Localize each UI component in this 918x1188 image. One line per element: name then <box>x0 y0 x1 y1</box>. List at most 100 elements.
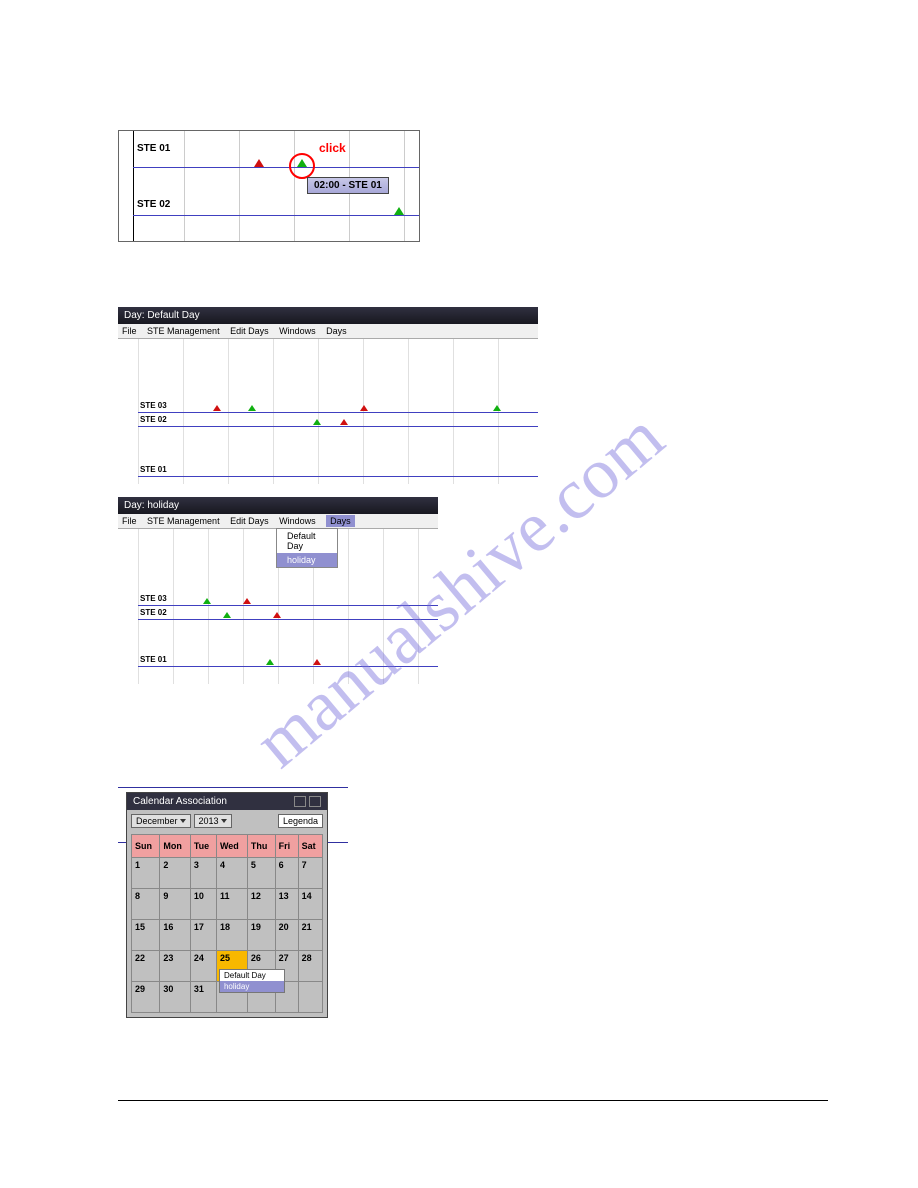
calendar-cell[interactable]: 29 <box>132 982 160 1013</box>
calendar-cell[interactable]: 10 <box>190 889 216 920</box>
calendar-cell[interactable]: 18 <box>216 920 247 951</box>
day-default-window: Day: Default Day File STE Management Edi… <box>118 307 538 484</box>
menu-ste-management[interactable]: STE Management <box>147 516 220 526</box>
gridline <box>173 529 174 684</box>
divider <box>118 787 348 788</box>
calendar-cell[interactable]: 7 <box>298 858 322 889</box>
legend-label: Legenda <box>283 816 318 826</box>
menu-ste-management[interactable]: STE Management <box>147 326 220 336</box>
legend-button[interactable]: Legenda <box>278 814 323 828</box>
window-title: Day: Default Day <box>118 307 538 324</box>
calendar-cell[interactable]: 1 <box>132 858 160 889</box>
triangle-green-icon <box>313 419 321 425</box>
row-line <box>133 167 419 168</box>
month-selector[interactable]: December <box>131 814 191 828</box>
maximize-icon[interactable] <box>309 796 321 807</box>
dropdown-item-default[interactable]: Default Day <box>277 529 337 553</box>
day-header: Sun <box>132 835 160 858</box>
calendar-cell[interactable]: 31 <box>190 982 216 1013</box>
dropdown-item-holiday[interactable]: holiday <box>277 553 337 567</box>
calendar-cell[interactable]: 14 <box>298 889 322 920</box>
chevron-down-icon <box>180 819 186 823</box>
calendar-cell[interactable]: 8 <box>132 889 160 920</box>
calendar-cell[interactable]: 15 <box>132 920 160 951</box>
gridline <box>243 529 244 684</box>
menubar: File STE Management Edit Days Windows Da… <box>118 514 438 529</box>
triangle-red-icon <box>340 419 348 425</box>
gridline <box>138 529 139 684</box>
triangle-red-icon <box>254 159 264 167</box>
calendar-cell[interactable]: 4 <box>216 858 247 889</box>
day-holiday-window: Day: holiday File STE Management Edit Da… <box>118 497 438 684</box>
year-selector[interactable]: 2013 <box>194 814 232 828</box>
calendar-cell[interactable]: 23 <box>160 951 190 982</box>
row-line <box>138 476 538 477</box>
row-line <box>138 666 438 667</box>
calendar-cell[interactable]: 28 <box>298 951 322 982</box>
calendar-controls: December 2013 Legenda <box>131 814 323 828</box>
calendar-cell[interactable]: 25Default Dayholiday <box>216 951 247 982</box>
window-controls <box>294 796 321 807</box>
day-header: Sat <box>298 835 322 858</box>
row-label-ste03: STE 03 <box>140 401 167 410</box>
timeline-chart: STE 03 STE 02 STE 01 <box>118 339 538 484</box>
triangle-green-icon <box>223 612 231 618</box>
year-label: 2013 <box>199 816 219 826</box>
context-item-default[interactable]: Default Day <box>220 970 284 981</box>
menu-edit-days[interactable]: Edit Days <box>230 516 269 526</box>
context-menu[interactable]: Default Dayholiday <box>219 969 285 993</box>
day-header: Thu <box>247 835 275 858</box>
menu-edit-days[interactable]: Edit Days <box>230 326 269 336</box>
menu-days[interactable]: Days <box>326 326 347 336</box>
gridline <box>294 131 295 241</box>
calendar-cell[interactable]: 30 <box>160 982 190 1013</box>
calendar-cell[interactable]: 20 <box>275 920 298 951</box>
calendar-cell[interactable]: 17 <box>190 920 216 951</box>
calendar-cell[interactable]: 6 <box>275 858 298 889</box>
window-title: Day: holiday <box>118 497 438 514</box>
calendar-cell[interactable]: 5 <box>247 858 275 889</box>
window-title: Calendar Association <box>127 793 327 810</box>
calendar-cell[interactable]: 16 <box>160 920 190 951</box>
calendar-cell[interactable]: 21 <box>298 920 322 951</box>
triangle-red-icon <box>273 612 281 618</box>
calendar-cell[interactable]: 3 <box>190 858 216 889</box>
menu-windows[interactable]: Windows <box>279 516 316 526</box>
menu-days[interactable]: Days <box>326 515 355 527</box>
context-item-holiday[interactable]: holiday <box>220 981 284 992</box>
calendar-cell[interactable]: 13 <box>275 889 298 920</box>
window-title-text: Calendar Association <box>133 796 227 807</box>
triangle-red-icon <box>313 659 321 665</box>
calendar-cell[interactable]: 22 <box>132 951 160 982</box>
gridline <box>348 529 349 684</box>
calendar-grid: Sun Mon Tue Wed Thu Fri Sat 123456789101… <box>131 834 323 1013</box>
calendar-cell[interactable]: 11 <box>216 889 247 920</box>
calendar-cell[interactable]: 19 <box>247 920 275 951</box>
triangle-red-icon <box>213 405 221 411</box>
divider <box>118 1100 828 1101</box>
menubar: File STE Management Edit Days Windows Da… <box>118 324 538 339</box>
triangle-red-icon <box>360 405 368 411</box>
minimize-icon[interactable] <box>294 796 306 807</box>
calendar-cell[interactable] <box>298 982 322 1013</box>
row-label-ste02: STE 02 <box>137 199 170 210</box>
row-label-ste02: STE 02 <box>140 608 167 617</box>
row-line <box>138 605 438 606</box>
menu-file[interactable]: File <box>122 516 137 526</box>
calendar-cell[interactable]: 12 <box>247 889 275 920</box>
calendar-cell[interactable]: 24 <box>190 951 216 982</box>
menu-file[interactable]: File <box>122 326 137 336</box>
menu-windows[interactable]: Windows <box>279 326 316 336</box>
gridline <box>404 131 405 241</box>
row-label-ste02: STE 02 <box>140 415 167 424</box>
triangle-green-icon <box>266 659 274 665</box>
gridline <box>239 131 240 241</box>
gridline <box>208 529 209 684</box>
triangle-green-icon <box>203 598 211 604</box>
calendar-cell[interactable]: 9 <box>160 889 190 920</box>
chevron-down-icon <box>221 819 227 823</box>
days-dropdown[interactable]: Default Day holiday <box>276 528 338 568</box>
calendar-association-window: Calendar Association December 2013 Legen… <box>126 792 328 1018</box>
calendar-cell[interactable]: 2 <box>160 858 190 889</box>
day-header: Tue <box>190 835 216 858</box>
